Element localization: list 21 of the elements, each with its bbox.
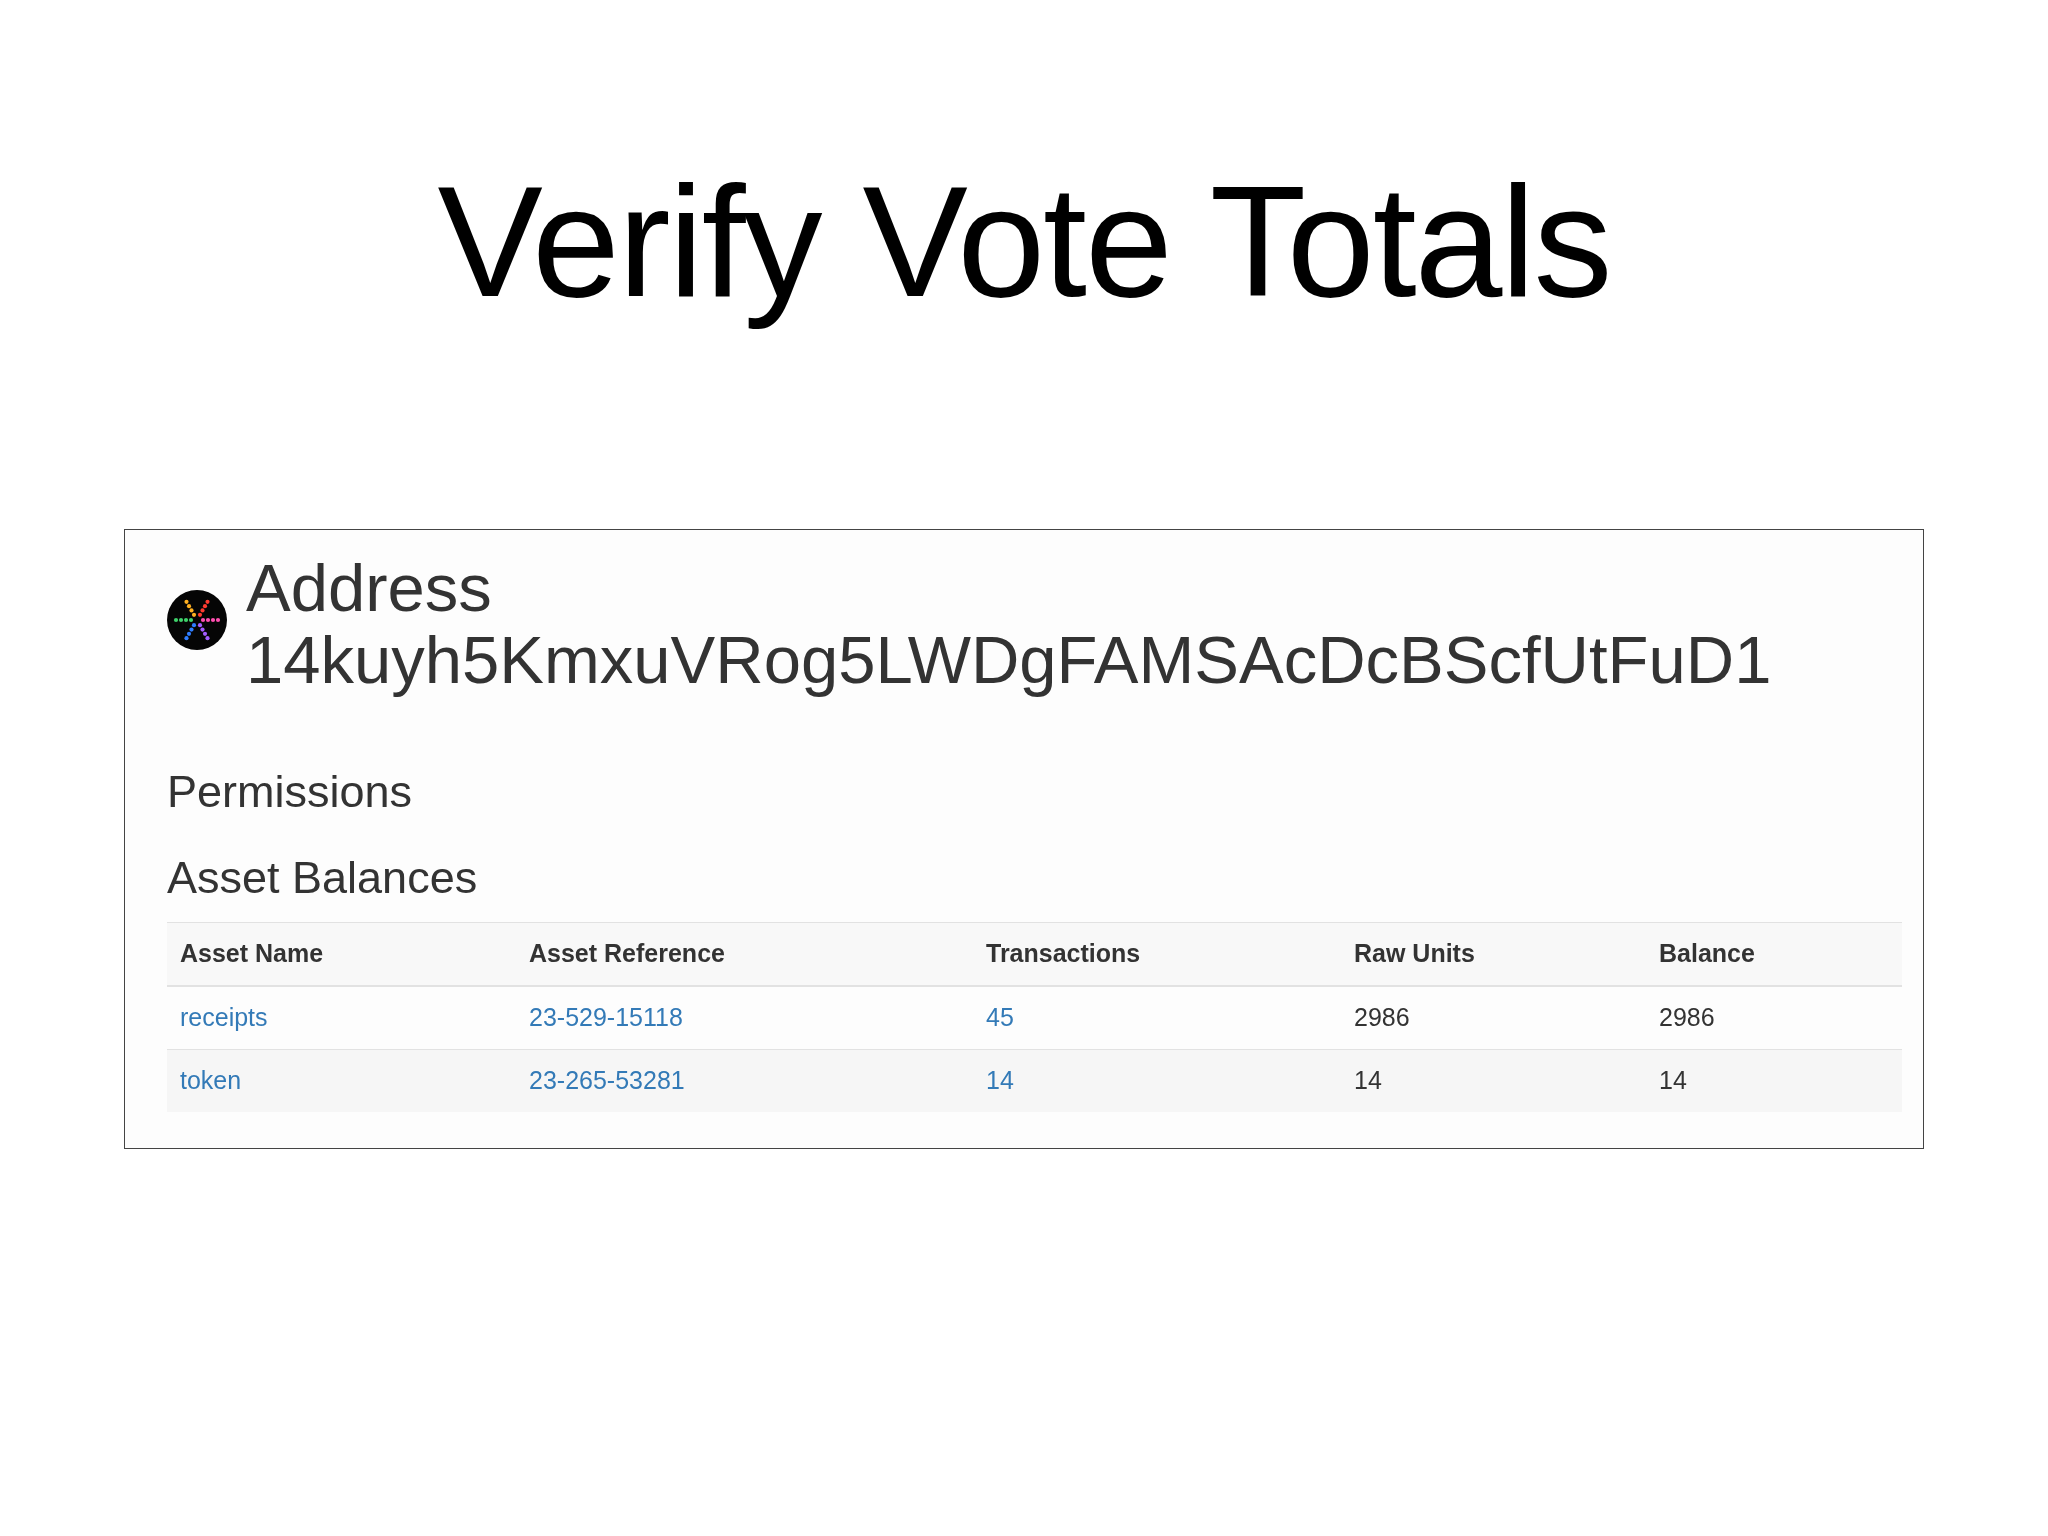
section-heading: Permissions (167, 764, 413, 819)
column-header: Asset Name (167, 922, 516, 986)
column-header: Raw Units (1341, 922, 1646, 986)
table-cell: 14 (1341, 1049, 1646, 1112)
table-cell: 2986 (1646, 985, 1902, 1049)
address-value: 14kuyh5KmxuVRog5LWDgFAMSAcDcBScfUtFuD1 (246, 623, 1772, 696)
table-link[interactable]: 23-529-15118 (529, 1003, 683, 1031)
table-link[interactable]: token (180, 1066, 242, 1094)
table-link[interactable]: 45 (986, 1003, 1014, 1031)
starburst-icon (167, 589, 227, 650)
column-header: Balance (1646, 922, 1902, 986)
address-label: Address (246, 551, 492, 624)
table-link[interactable]: 23-265-53281 (529, 1066, 685, 1094)
table-link[interactable]: receipts (180, 1003, 268, 1031)
table-link[interactable]: 14 (986, 1066, 1014, 1094)
column-header: Transactions (973, 922, 1341, 986)
section-heading: Asset Balances (167, 850, 478, 905)
table-cell: 2986 (1341, 985, 1646, 1049)
table-cell: 14 (1646, 1049, 1902, 1112)
slide-title: Verify Vote Totals (437, 152, 1611, 331)
column-header: Asset Reference (516, 922, 973, 986)
